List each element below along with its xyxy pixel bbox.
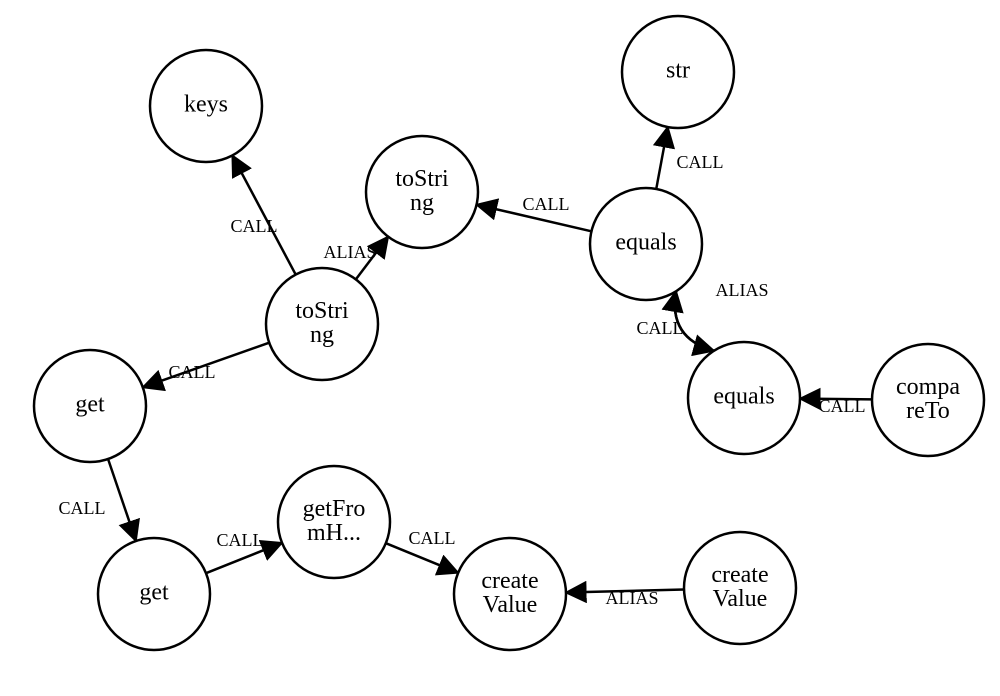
svg-text:createValue: createValue <box>481 568 538 618</box>
node-str: str <box>622 16 734 128</box>
edge-label-e12: ALIAS <box>606 588 659 608</box>
svg-text:getFromH...: getFromH... <box>303 496 366 546</box>
svg-text:str: str <box>666 58 690 84</box>
node-getFromH: getFromH... <box>278 466 390 578</box>
node-compareTo: compareTo <box>872 344 984 456</box>
node-get2: get <box>98 538 210 650</box>
edge-label-e6: CALL <box>637 318 684 338</box>
edge-label-e3: CALL <box>523 194 570 214</box>
edge-label-e7: CALL <box>819 396 866 416</box>
svg-text:keys: keys <box>184 92 228 118</box>
node-createValue2: createValue <box>684 532 796 644</box>
edge-label-e5: ALIAS <box>716 280 769 300</box>
svg-text:equals: equals <box>713 384 774 410</box>
graph-diagram: keys str toString equals toString equals compa… <box>0 0 1000 696</box>
edge-label-e11: CALL <box>409 528 456 548</box>
edge-label-e2: ALIAS <box>324 242 377 262</box>
node-toString2: toString <box>266 268 378 380</box>
edge-e4 <box>656 127 668 189</box>
node-toString1: toString <box>366 136 478 248</box>
edge-label-e4: CALL <box>677 152 724 172</box>
svg-text:equals: equals <box>615 230 676 256</box>
edge-label-e10: CALL <box>217 530 264 550</box>
edge-e9 <box>108 459 136 541</box>
node-keys: keys <box>150 50 262 162</box>
edge-label-e1: CALL <box>231 216 278 236</box>
svg-text:get: get <box>139 580 169 606</box>
edge-label-e9: CALL <box>59 498 106 518</box>
node-equals1: equals <box>590 188 702 300</box>
node-get1: get <box>34 350 146 462</box>
svg-text:createValue: createValue <box>711 562 768 612</box>
svg-text:get: get <box>75 392 105 418</box>
node-createValue1: createValue <box>454 538 566 650</box>
edge-e1 <box>232 155 295 274</box>
node-equals2: equals <box>688 342 800 454</box>
edge-label-e8: CALL <box>169 362 216 382</box>
